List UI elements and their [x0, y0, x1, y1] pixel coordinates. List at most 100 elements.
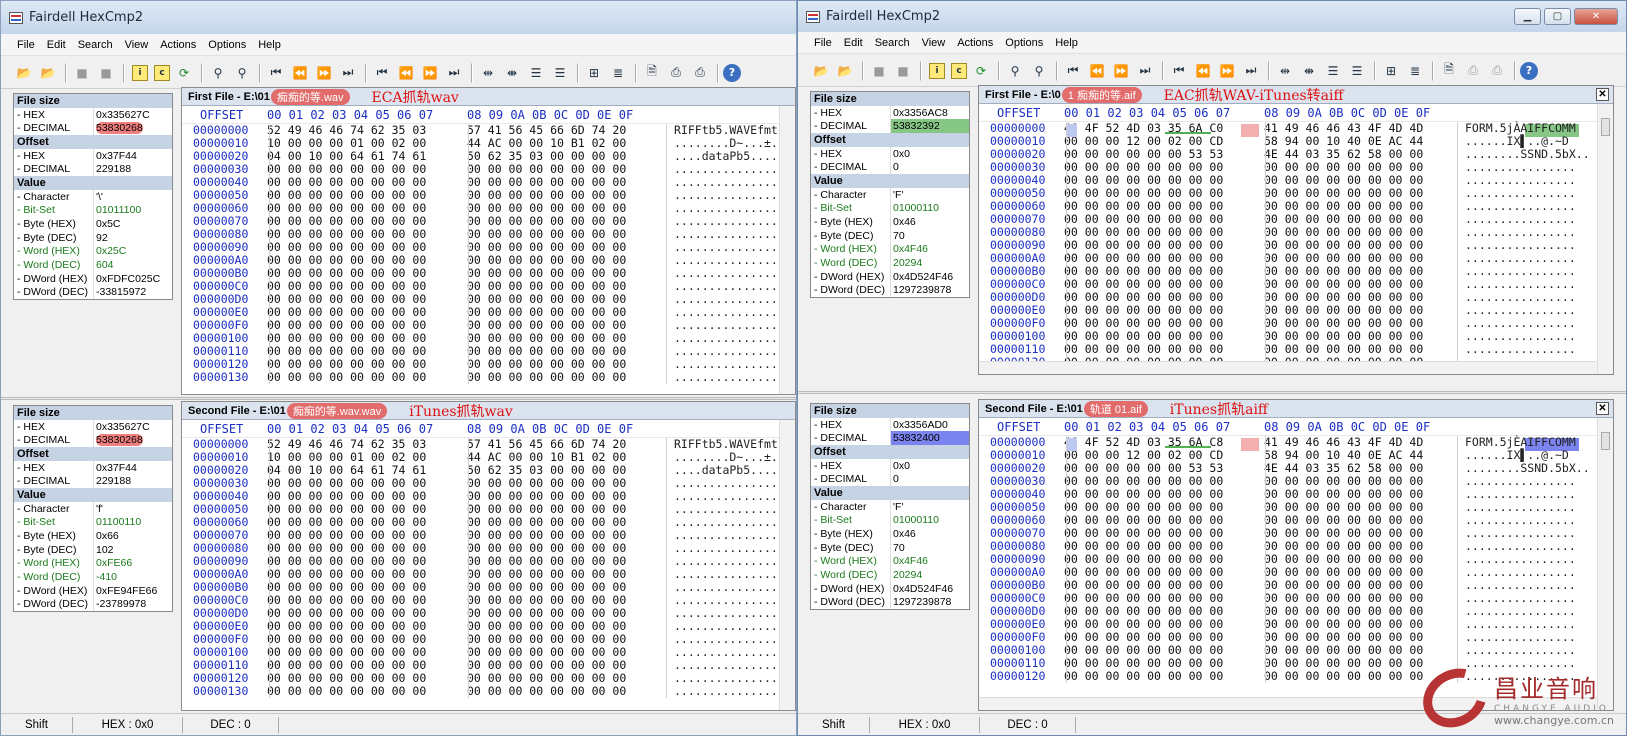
pane-splitter[interactable] [1, 397, 796, 400]
menu-options[interactable]: Options [202, 39, 252, 51]
menu-actions[interactable]: Actions [951, 37, 999, 49]
prev-diff-icon[interactable]: ⏪ [1086, 60, 1108, 82]
second-file-hex-pane[interactable]: Second File - E:\01 轨道 01.aif iTunes抓轨ai… [978, 399, 1614, 711]
unsync-icon[interactable]: ⇼ [1298, 60, 1320, 82]
hex-row[interactable]: 00000130 00 00 00 00 00 00 00 00 00 00 00 … [182, 371, 795, 384]
first-page-icon[interactable]: ⏮ [371, 62, 393, 84]
help-icon[interactable]: ? [1520, 61, 1538, 80]
next-page-icon[interactable]: ⏩ [419, 62, 441, 84]
find-icon[interactable]: ⚲ [1004, 60, 1026, 82]
columns-icon[interactable]: ⊞ [1380, 60, 1402, 82]
align-left-icon[interactable]: ☰ [1322, 60, 1344, 82]
first-file-hex-pane[interactable]: First File - E:\01 痴痴的等.wav ECA抓轨wav OFF… [181, 87, 796, 395]
vertical-scrollbar[interactable] [1597, 104, 1613, 374]
title-bar[interactable]: Fairdell HexCmp2 ▁ ▢ ✕ [798, 1, 1626, 32]
menu-file[interactable]: File [808, 37, 838, 49]
hex-row[interactable]: 00000130 00 00 00 00 00 00 00 00 00 00 00 … [182, 685, 795, 698]
info-label: - HEX [814, 147, 843, 160]
next-page-icon[interactable]: ⏩ [1216, 60, 1238, 82]
second-file-hex-pane[interactable]: Second File - E:\01 痴痴的等.wav.wav iTunes抓… [181, 401, 796, 711]
next-diff-icon[interactable]: ⏩ [313, 62, 335, 84]
prev-page-icon[interactable]: ⏪ [1192, 60, 1214, 82]
last-page-icon[interactable]: ⏭ [1240, 60, 1262, 82]
title-bar[interactable]: Fairdell HexCmp2 [1, 1, 796, 34]
maximize-icon[interactable]: ▢ [1544, 8, 1571, 25]
first-file-hex-pane[interactable]: First File - E:\0 1 痴痴的等.aif EAC抓轨WAV-iT… [978, 85, 1614, 375]
menu-actions[interactable]: Actions [154, 39, 202, 51]
annotation-arrow [1165, 132, 1211, 134]
row-bytes-b: 00 00 00 00 00 00 00 00 [1264, 669, 1424, 683]
save-icon[interactable]: ■ [71, 62, 93, 84]
save-all-icon[interactable]: ■ [892, 60, 914, 82]
list-icon[interactable]: ≣ [1404, 60, 1426, 82]
menu-search[interactable]: Search [869, 37, 916, 49]
vertical-scrollbar[interactable] [779, 106, 795, 394]
scroll-thumb[interactable] [1601, 118, 1610, 136]
list-icon[interactable]: ≣ [607, 62, 629, 84]
info-label: - HEX [814, 106, 843, 119]
menu-help[interactable]: Help [252, 39, 287, 51]
refresh-icon[interactable]: ⟳ [173, 62, 195, 84]
find-next-icon[interactable]: ⚲ [1028, 60, 1050, 82]
menu-options[interactable]: Options [999, 37, 1049, 49]
print-icon[interactable]: ⎙ [1462, 60, 1484, 82]
last-page-icon[interactable]: ⏭ [443, 62, 465, 84]
vertical-scrollbar[interactable] [779, 420, 795, 710]
cols-b-header: 08 09 0A 0B 0C 0D 0E 0F [467, 421, 634, 436]
open-second-icon[interactable]: 📂 [37, 62, 59, 84]
sync-icon[interactable]: ⇹ [477, 62, 499, 84]
first-page-icon[interactable]: ⏮ [1168, 60, 1190, 82]
align-right-icon[interactable]: ☰ [1346, 60, 1368, 82]
hexcmp-window-left: Fairdell HexCmp2 File Edit Search View A… [0, 0, 797, 736]
close-pane-icon[interactable]: ✕ [1596, 88, 1609, 101]
open-first-icon[interactable]: 📂 [13, 62, 35, 84]
info-c-icon[interactable]: c [951, 62, 967, 79]
find-icon[interactable]: ⚲ [207, 62, 229, 84]
unsync-icon[interactable]: ⇼ [501, 62, 523, 84]
print-preview-icon[interactable]: ⎙ [689, 62, 711, 84]
align-left-icon[interactable]: ☰ [525, 62, 547, 84]
close-pane-icon[interactable]: ✕ [1596, 402, 1609, 415]
align-right-icon[interactable]: ☰ [549, 62, 571, 84]
minimize-icon[interactable]: ▁ [1514, 8, 1541, 25]
menu-view[interactable]: View [916, 37, 952, 49]
column-divider [1457, 122, 1458, 369]
open-second-icon[interactable]: 📂 [834, 60, 856, 82]
menu-edit[interactable]: Edit [41, 39, 72, 51]
menu-edit[interactable]: Edit [838, 37, 869, 49]
document-icon[interactable]: 🗎 [641, 62, 663, 84]
save-all-icon[interactable]: ■ [95, 62, 117, 84]
last-diff-icon[interactable]: ⏭ [1134, 60, 1156, 82]
help-icon[interactable]: ? [723, 63, 741, 82]
sync-icon[interactable]: ⇹ [1274, 60, 1296, 82]
pane-splitter[interactable] [798, 391, 1626, 394]
prev-diff-icon[interactable]: ⏪ [289, 62, 311, 84]
menu-help[interactable]: Help [1049, 37, 1084, 49]
first-diff-icon[interactable]: ⏮ [265, 62, 287, 84]
vertical-scrollbar[interactable] [1597, 418, 1613, 710]
first-diff-icon[interactable]: ⏮ [1062, 60, 1084, 82]
info-header: Offset [14, 447, 172, 461]
save-icon[interactable]: ■ [868, 60, 890, 82]
info-c-icon[interactable]: c [154, 64, 170, 81]
menu-view[interactable]: View [119, 39, 155, 51]
menu-file[interactable]: File [11, 39, 41, 51]
refresh-icon[interactable]: ⟳ [970, 60, 992, 82]
open-first-icon[interactable]: 📂 [810, 60, 832, 82]
prev-page-icon[interactable]: ⏪ [395, 62, 417, 84]
info-i-icon[interactable]: i [929, 62, 945, 79]
column-divider [269, 124, 270, 384]
find-next-icon[interactable]: ⚲ [231, 62, 253, 84]
last-diff-icon[interactable]: ⏭ [337, 62, 359, 84]
scroll-thumb[interactable] [1601, 432, 1610, 450]
horizontal-scrollbar[interactable] [979, 361, 1597, 374]
columns-icon[interactable]: ⊞ [583, 62, 605, 84]
next-diff-icon[interactable]: ⏩ [1110, 60, 1132, 82]
document-icon[interactable]: 🗎 [1438, 60, 1460, 82]
menu-search[interactable]: Search [72, 39, 119, 51]
print-icon[interactable]: ⎙ [665, 62, 687, 84]
info-i-icon[interactable]: i [132, 64, 148, 81]
info-value: 0 [890, 160, 969, 175]
print-preview-icon[interactable]: ⎙ [1486, 60, 1508, 82]
close-icon[interactable]: ✕ [1574, 8, 1618, 25]
